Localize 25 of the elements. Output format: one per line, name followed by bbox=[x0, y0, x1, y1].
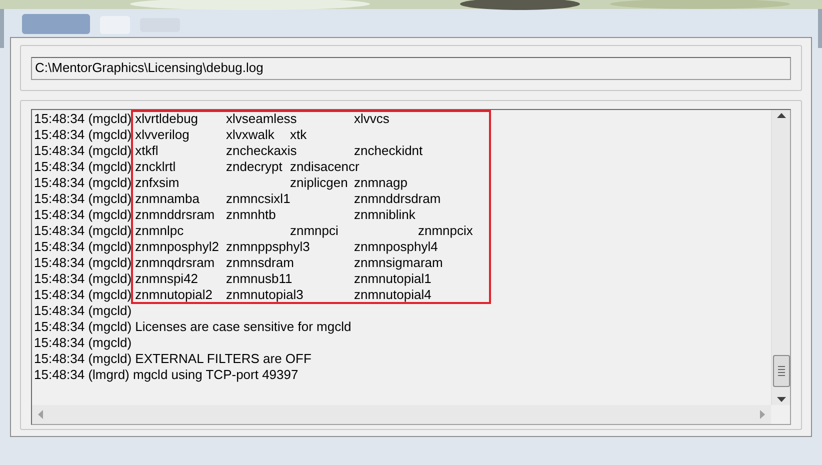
path-field[interactable]: C:\MentorGraphics\Licensing\debug.log bbox=[31, 56, 791, 80]
log-line: 15:48:34 (mgcld) zncklrtl zndecrypt zndisacencr bbox=[34, 159, 360, 175]
scroll-right-icon[interactable] bbox=[760, 410, 765, 419]
scroll-down-icon[interactable] bbox=[776, 397, 786, 402]
scroll-left-icon[interactable] bbox=[38, 410, 43, 419]
log-line: 15:48:34 (mgcld) znmnamba znmncsixl1 znmnddrsdram bbox=[34, 191, 441, 207]
log-line: 15:48:34 (mgcld) znmnqdrsram znmnsdram znmnsigmaram bbox=[34, 255, 443, 271]
log-line: 15:48:34 (mgcld) znmnspi42 znmnusb11 znmnutopial1 bbox=[34, 271, 432, 287]
log-line: 15:48:34 (mgcld) Licenses are case sensitive for mgcld bbox=[34, 319, 352, 335]
log-line: 15:48:34 (mgcld) xtkfl zncheckaxis zncheckidnt bbox=[34, 143, 423, 159]
horizontal-scrollbar[interactable] bbox=[32, 405, 771, 424]
scrollbar-thumb[interactable] bbox=[772, 355, 790, 387]
vertical-scrollbar[interactable] bbox=[771, 110, 790, 405]
log-line: 15:48:34 (mgcld) bbox=[34, 303, 132, 319]
log-line: 15:48:34 (mgcld) znmnposphyl2 znmnppsphyl3 znmnposphyl4 bbox=[34, 239, 438, 255]
log-line: 15:48:34 (mgcld) znmnutopial2 znmnutopial3 znmnutopial4 bbox=[34, 287, 432, 303]
log-line: 15:48:34 (mgcld) xlvverilog xlvxwalk xtk bbox=[34, 127, 307, 143]
log-line: 15:48:34 (mgcld) znmnddrsram znmnhtb znmniblink bbox=[34, 207, 416, 223]
scroll-up-icon[interactable] bbox=[776, 113, 786, 118]
log-line: 15:48:34 (lmgrd) mgcld using TCP-port 49397 bbox=[34, 367, 298, 383]
log-line: 15:48:34 (mgcld) EXTERNAL FILTERS are OFF bbox=[34, 351, 312, 367]
log-line: 15:48:34 (mgcld) znmnlpc znmnpci znmnpcix bbox=[34, 223, 473, 239]
log-line: 15:48:34 (mgcld) znfxsim zniplicgen znmnagp bbox=[34, 175, 408, 191]
log-line: 15:48:34 (mgcld) xlvrtldebug xlvseamless xlvvcs bbox=[34, 111, 390, 127]
log-line: 15:48:34 (mgcld) bbox=[34, 335, 132, 351]
